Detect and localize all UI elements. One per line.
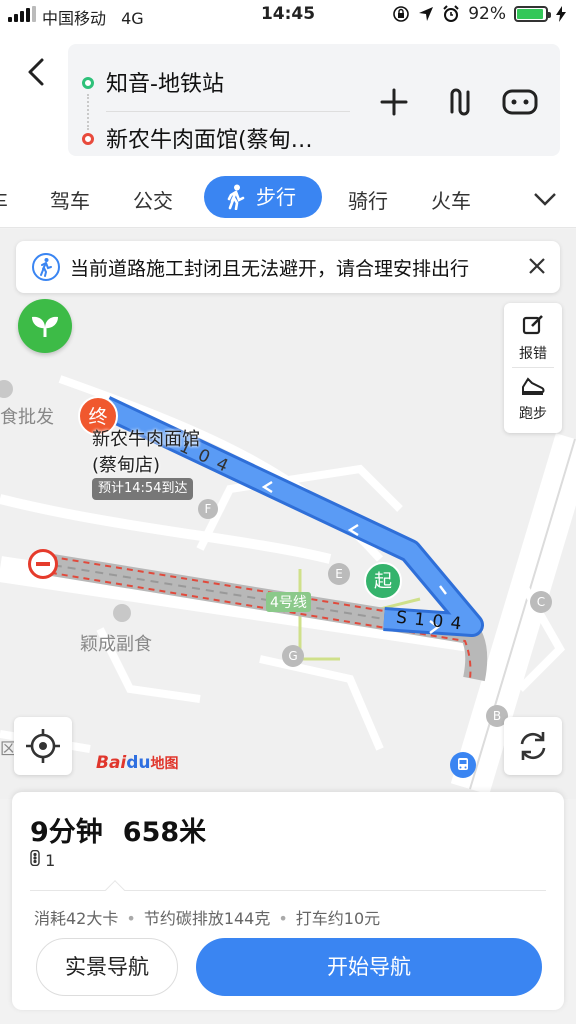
refresh-icon — [520, 732, 546, 760]
voice-assistant-icon[interactable] — [500, 82, 540, 122]
origin-dot-icon — [82, 77, 94, 89]
charging-icon — [556, 6, 566, 22]
road-closed-icon[interactable] — [28, 549, 58, 579]
crosshair-icon — [26, 729, 60, 763]
route-header: 知音-地铁站 新农牛肉面馆(蔡甸… — [0, 32, 576, 172]
report-error-label: 报错 — [519, 346, 547, 362]
poi-label[interactable]: 颖成副食 — [80, 630, 152, 656]
logo-bai: Bai — [96, 753, 127, 773]
traffic-light-icon — [30, 849, 40, 867]
tab-walk[interactable]: 步行 — [204, 176, 322, 218]
eta-badge: 预计14:54到达 — [92, 478, 194, 500]
back-button[interactable] — [18, 52, 58, 92]
battery-icon — [514, 6, 551, 22]
ar-navigation-button[interactable]: 实景导航 — [36, 938, 178, 996]
refresh-route-button[interactable] — [504, 717, 562, 775]
exit-e-badge[interactable]: E — [328, 563, 350, 585]
alarm-icon — [443, 5, 459, 22]
route-duration: 9分钟 — [30, 817, 103, 848]
logo-du: du — [126, 753, 151, 773]
tool-divider — [512, 367, 554, 368]
map-side-tools: 报错 跑步 — [504, 303, 562, 433]
exit-c-badge[interactable]: C — [530, 591, 552, 613]
destination-dot-icon — [82, 133, 94, 145]
battery-percent: 92% — [468, 4, 506, 24]
leaf-icon — [32, 316, 58, 337]
route-input-box: 知音-地铁站 新农牛肉面馆(蔡甸… — [68, 44, 560, 156]
baidu-map-logo: Baidu地图 — [96, 753, 179, 773]
locate-button[interactable] — [14, 717, 72, 775]
report-error-button[interactable]: 报错 — [504, 313, 562, 363]
carbon-stat: 节约碳排放144克 — [143, 909, 271, 928]
walking-person-icon — [32, 253, 60, 281]
destination-field[interactable]: 新农牛肉面馆(蔡甸… — [106, 122, 313, 154]
status-bar: 中国移动 4G 14:45 92% — [0, 0, 576, 32]
calories-stat: 消耗42大卡 — [34, 909, 119, 928]
walking-person-icon — [227, 184, 245, 210]
metro-line-label: 4号线 — [266, 592, 311, 612]
location-arrow-icon — [419, 7, 434, 21]
origin-field[interactable]: 知音-地铁站 — [106, 66, 224, 98]
exit-g-badge[interactable]: G — [282, 645, 304, 667]
tab-transit[interactable]: 公交 — [133, 185, 173, 214]
running-mode-button[interactable]: 跑步 — [504, 375, 562, 423]
tab-drive[interactable]: 驾车 — [50, 185, 90, 214]
chevron-down-icon[interactable] — [532, 186, 558, 212]
traffic-lights-info: 1 — [30, 849, 56, 870]
card-notch — [105, 880, 125, 900]
start-marker-icon[interactable]: 起 — [364, 562, 402, 600]
add-waypoint-icon[interactable] — [374, 82, 414, 122]
status-right: 92% — [392, 4, 566, 24]
close-icon[interactable] — [526, 255, 548, 277]
battery-fill — [517, 9, 543, 19]
edit-icon — [522, 315, 543, 335]
exit-f-badge[interactable]: F — [198, 499, 218, 519]
logo-zh: 地图 — [150, 756, 179, 772]
tab-bike[interactable]: 骑行 — [348, 185, 388, 214]
swap-route-icon[interactable] — [438, 82, 478, 122]
road-closure-notice[interactable]: 当前道路施工封闭且无法避开，请合理安排出行 — [16, 241, 560, 293]
route-connector — [87, 94, 89, 130]
tab-walk-label: 步行 — [256, 185, 296, 209]
orientation-lock-icon — [393, 6, 410, 22]
traffic-lights-count: 1 — [45, 851, 56, 870]
route-summary: 9分钟 658米 — [30, 810, 206, 849]
bus-stop-icon[interactable] — [450, 752, 476, 778]
running-mode-label: 跑步 — [519, 406, 547, 422]
route-summary-card[interactable]: 9分钟 658米 1 消耗42大卡 • 节约碳排放144克 • 打车约10元 实景导航 开… — [12, 792, 564, 1010]
route-divider — [106, 111, 350, 112]
tab-partial[interactable]: 车 — [0, 185, 8, 214]
tab-train[interactable]: 火车 — [431, 185, 471, 214]
transport-mode-tabs: 车 驾车 公交 步行 骑行 火车 — [0, 172, 576, 228]
sneaker-icon — [522, 377, 545, 395]
poi-label[interactable]: 食批发 — [0, 403, 54, 429]
notice-text: 当前道路施工封闭且无法避开，请合理安排出行 — [70, 258, 470, 280]
route-distance: 658米 — [122, 817, 207, 848]
map-view[interactable]: 当前道路施工封闭且无法避开，请合理安排出行 报错 跑步 食批发 颖成副食 终 新… — [0, 229, 576, 799]
route-stats: 消耗42大卡 • 节约碳排放144克 • 打车约10元 — [34, 909, 381, 928]
taxi-stat: 打车约10元 — [295, 909, 381, 928]
eco-leaf-button[interactable] — [18, 299, 72, 353]
start-navigation-button[interactable]: 开始导航 — [196, 938, 542, 996]
